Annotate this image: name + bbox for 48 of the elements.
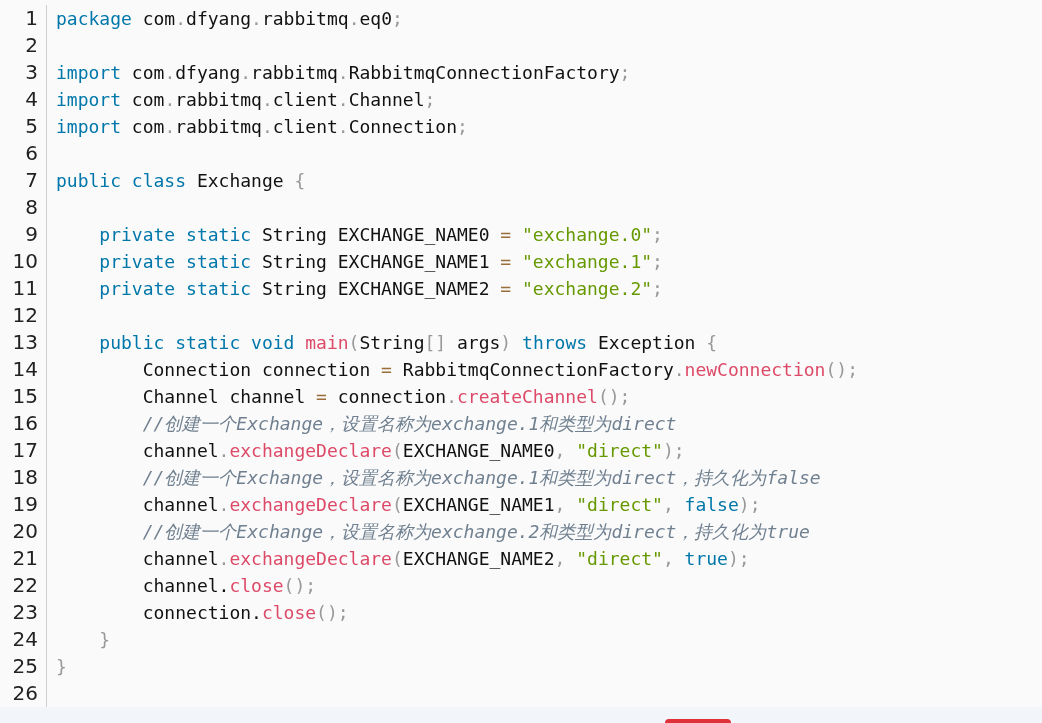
line-number: 4 (25, 86, 38, 113)
line-number: 1 (25, 5, 38, 32)
line-number: 20 (12, 518, 38, 545)
code-line: } (56, 655, 68, 679)
code-line: package com.dfyang.rabbitmq.eq0; (56, 7, 404, 31)
line-number: 5 (25, 113, 38, 140)
code-line: private static String EXCHANGE_NAME0 = "exchange.0"; (98, 223, 664, 247)
code-line: Channel channel = connection.createChannel(); (141, 385, 632, 409)
code-line: import com.dfyang.rabbitmq.RabbitmqConnectionFactory; (56, 61, 632, 85)
line-number: 16 (12, 410, 38, 437)
line-number: 17 (12, 437, 38, 464)
code-line: public static void main(String[] args) throws Exception { (98, 331, 719, 355)
code-line: channel.exchangeDeclare(EXCHANGE_NAME1, "direct", false); (141, 493, 762, 517)
code-line: } (98, 628, 112, 652)
code-line: private static String EXCHANGE_NAME1 = "exchange.1"; (98, 250, 664, 274)
line-number: 24 (12, 626, 38, 653)
code-line: import com.rabbitmq.client.Connection; (56, 115, 469, 139)
line-number: 25 (12, 653, 38, 680)
line-number: 13 (12, 329, 38, 356)
code-line: //创建一个Exchange，设置名称为exchange.2和类型为direct，持久化为true (141, 520, 811, 544)
line-number: 23 (12, 599, 38, 626)
code-line: private static String EXCHANGE_NAME2 = "exchange.2"; (98, 277, 664, 301)
line-number: 8 (25, 194, 38, 221)
line-number: 21 (12, 545, 38, 572)
code-line: channel.exchangeDeclare(EXCHANGE_NAME0, "direct"); (141, 439, 686, 463)
line-number: 2 (25, 32, 38, 59)
code-line: Connection connection = RabbitmqConnectionFactory.newConnection(); (141, 358, 858, 382)
button-edge (665, 719, 731, 723)
code-line: import com.rabbitmq.client.Channel; (56, 88, 437, 112)
line-number: 10 (12, 248, 38, 275)
line-number: 15 (12, 383, 38, 410)
line-number: 19 (12, 491, 38, 518)
code-line: channel.close(); (141, 574, 318, 598)
line-number: 11 (12, 275, 38, 302)
line-number: 14 (12, 356, 38, 383)
line-number: 3 (25, 59, 38, 86)
line-number: 9 (25, 221, 38, 248)
code-line: //创建一个Exchange，设置名称为exchange.1和类型为direct (141, 412, 678, 436)
line-number: 22 (12, 572, 38, 599)
line-number: 18 (12, 464, 38, 491)
code-line: //创建一个Exchange，设置名称为exchange.1和类型为direct，持久化为false (141, 466, 822, 490)
line-number: 12 (12, 302, 38, 329)
line-number: 6 (25, 140, 38, 167)
line-number: 26 (12, 680, 38, 707)
code-line: connection.close(); (141, 601, 350, 625)
code-line: public class Exchange { (56, 169, 307, 193)
line-number: 7 (25, 167, 38, 194)
code-line: channel.exchangeDeclare(EXCHANGE_NAME2, "direct", true); (141, 547, 751, 571)
